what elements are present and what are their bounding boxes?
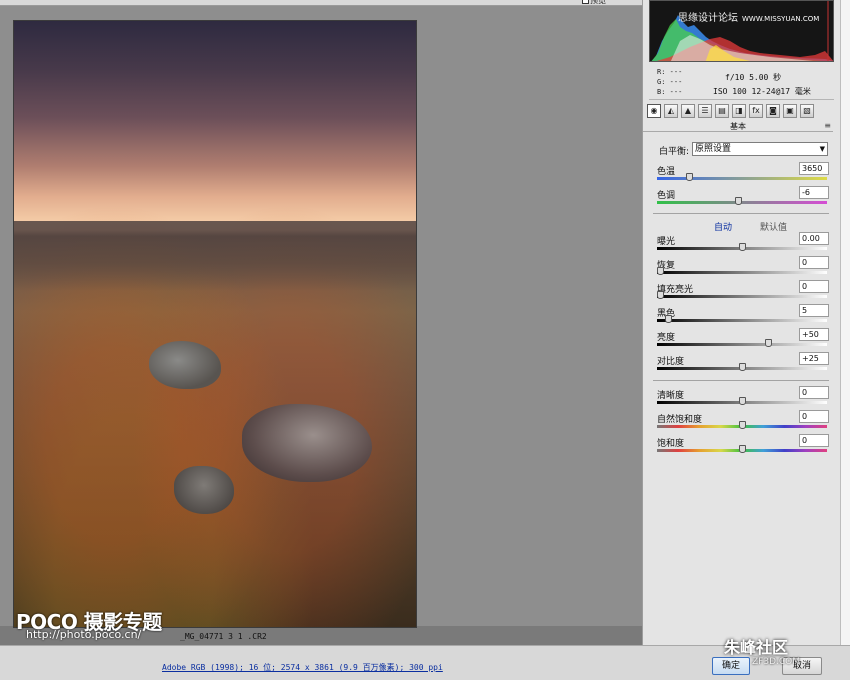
white-balance-value: 原照设置 <box>695 144 732 154</box>
fill-light-value-field[interactable]: 0 <box>799 280 829 293</box>
white-balance-select[interactable]: 原照设置 ▼ <box>692 142 828 156</box>
recovery-value-field[interactable]: 0 <box>799 256 829 269</box>
photo-rock <box>174 466 234 514</box>
saturation-slider-row: 饱和度 0 <box>657 434 829 460</box>
checkbox-icon[interactable] <box>582 0 589 4</box>
saturation-slider-thumb[interactable] <box>739 445 746 453</box>
histogram-watermark: 思缘设计论坛 WWW.MISSYUAN.COM <box>678 9 819 24</box>
recovery-slider-track[interactable] <box>657 271 827 274</box>
corner-watermark-url: ZF3D.COM <box>752 657 800 667</box>
histogram-watermark-url: WWW.MISSYUAN.COM <box>742 15 820 23</box>
preview-label: 预览 <box>590 0 606 5</box>
panel-tab-icon[interactable]: ▲ <box>681 104 695 118</box>
clarity-slider-thumb[interactable] <box>739 397 746 405</box>
brightness-slider-row: 亮度 +50 <box>657 328 829 354</box>
workflow-options-link[interactable]: Adobe RGB (1998); 16 位; 2574 x 3861 (9.9… <box>162 662 443 673</box>
histogram: 思缘设计论坛 WWW.MISSYUAN.COM <box>649 0 834 62</box>
photo-preview[interactable] <box>13 20 417 628</box>
red-readout: R: --- <box>657 68 683 76</box>
panel-tab-icon[interactable]: ▣ <box>783 104 797 118</box>
panel-tab-icon[interactable]: ▤ <box>715 104 729 118</box>
panel-tab-icon[interactable]: ◙ <box>766 104 780 118</box>
temperature-slider-thumb[interactable] <box>686 173 693 181</box>
panel-tabs: ◉ ◭ ▲ ☰ ▤ ◨ fx ◙ ▣ ▧ <box>647 104 837 120</box>
contrast-slider-thumb[interactable] <box>739 363 746 371</box>
panel-tab-icon[interactable]: ▧ <box>800 104 814 118</box>
histogram-watermark-text: 思缘设计论坛 <box>678 13 738 24</box>
panel-scrollbar[interactable] <box>840 0 850 645</box>
fill-light-slider-track[interactable] <box>657 295 827 298</box>
fill-light-slider-row: 填充亮光 0 <box>657 280 829 306</box>
chevron-down-icon[interactable]: ▼ <box>820 143 825 155</box>
watermark-url: http://photo.poco.cn/ <box>26 628 142 641</box>
saturation-label: 饱和度 <box>657 439 685 449</box>
temperature-slider-row: 色温 3650 <box>657 162 829 188</box>
recovery-slider-row: 恢复 0 <box>657 256 829 282</box>
divider <box>653 380 829 381</box>
temperature-value-field[interactable]: 3650 <box>799 162 829 175</box>
image-canvas[interactable] <box>0 6 642 628</box>
ok-button[interactable]: 确定 <box>712 657 750 675</box>
bottom-bar: Adobe RGB (1998); 16 位; 2574 x 3861 (9.9… <box>0 645 850 680</box>
clarity-label: 清晰度 <box>657 391 685 401</box>
panel-tab-icon[interactable]: ◭ <box>664 104 678 118</box>
clarity-slider-row: 清晰度 0 <box>657 386 829 412</box>
tint-slider-thumb[interactable] <box>735 197 742 205</box>
saturation-value-field[interactable]: 0 <box>799 434 829 447</box>
exposure-label: 曝光 <box>657 237 676 247</box>
panel-tab-icon[interactable]: fx <box>749 104 763 118</box>
filename-label: _MG_04771 3 1 .CR2 <box>180 632 267 641</box>
temperature-label: 色温 <box>657 167 676 177</box>
contrast-label: 对比度 <box>657 357 685 367</box>
camera-iso-lens: ISO 100 12-24@17 毫米 <box>713 87 811 96</box>
blacks-slider-row: 黑色 5 <box>657 304 829 330</box>
brightness-value-field[interactable]: +50 <box>799 328 829 341</box>
camera-aperture-shutter: f/10 5.00 秒 <box>725 73 782 82</box>
tint-label: 色调 <box>657 191 676 201</box>
contrast-value-field[interactable]: +25 <box>799 352 829 365</box>
blacks-slider-track[interactable] <box>657 319 827 322</box>
vibrance-label: 自然饱和度 <box>657 415 703 425</box>
photo-hills <box>14 221 416 291</box>
clarity-value-field[interactable]: 0 <box>799 386 829 399</box>
temperature-slider-track[interactable] <box>657 177 827 180</box>
tint-slider-track[interactable] <box>657 201 827 204</box>
blacks-slider-thumb[interactable] <box>665 315 672 323</box>
brightness-slider-thumb[interactable] <box>765 339 772 347</box>
panel-menu-icon[interactable]: ≡ <box>824 121 831 130</box>
brightness-slider-track[interactable] <box>657 343 827 346</box>
vibrance-value-field[interactable]: 0 <box>799 410 829 423</box>
default-button[interactable]: 默认值 <box>760 220 787 233</box>
vibrance-slider-thumb[interactable] <box>739 421 746 429</box>
section-title-label: 基本 <box>730 122 746 131</box>
panel-tab-icon[interactable]: ◨ <box>732 104 746 118</box>
tint-slider-row: 色调 -6 <box>657 186 829 212</box>
exposure-value-field[interactable]: 0.00 <box>799 232 829 245</box>
exposure-slider-row: 曝光 0.00 <box>657 232 829 258</box>
section-title: 基本 ≡ <box>643 121 833 132</box>
tint-value-field[interactable]: -6 <box>799 186 829 199</box>
brightness-label: 亮度 <box>657 333 676 343</box>
blacks-value-field[interactable]: 5 <box>799 304 829 317</box>
fill-light-slider-thumb[interactable] <box>657 291 664 299</box>
photo-rock <box>149 341 221 389</box>
divider <box>653 213 829 214</box>
vibrance-slider-row: 自然饱和度 0 <box>657 410 829 436</box>
rgb-readout: R: --- G: --- B: --- f/10 5.00 秒 ISO 100… <box>649 64 834 100</box>
recovery-slider-thumb[interactable] <box>657 267 664 275</box>
contrast-slider-row: 对比度 +25 <box>657 352 829 378</box>
adjustment-panel: 思缘设计论坛 WWW.MISSYUAN.COM R: --- G: --- B: … <box>642 0 840 645</box>
auto-button[interactable]: 自动 <box>714 220 732 233</box>
exposure-slider-thumb[interactable] <box>739 243 746 251</box>
green-readout: G: --- <box>657 78 683 86</box>
white-balance-label: 白平衡: <box>659 147 690 157</box>
corner-watermark-brand: 朱峰社区 <box>724 638 789 657</box>
panel-tab-icon[interactable]: ☰ <box>698 104 712 118</box>
blue-readout: B: --- <box>657 88 683 96</box>
panel-tab-icon[interactable]: ◉ <box>647 104 661 118</box>
photo-rock <box>242 404 372 482</box>
